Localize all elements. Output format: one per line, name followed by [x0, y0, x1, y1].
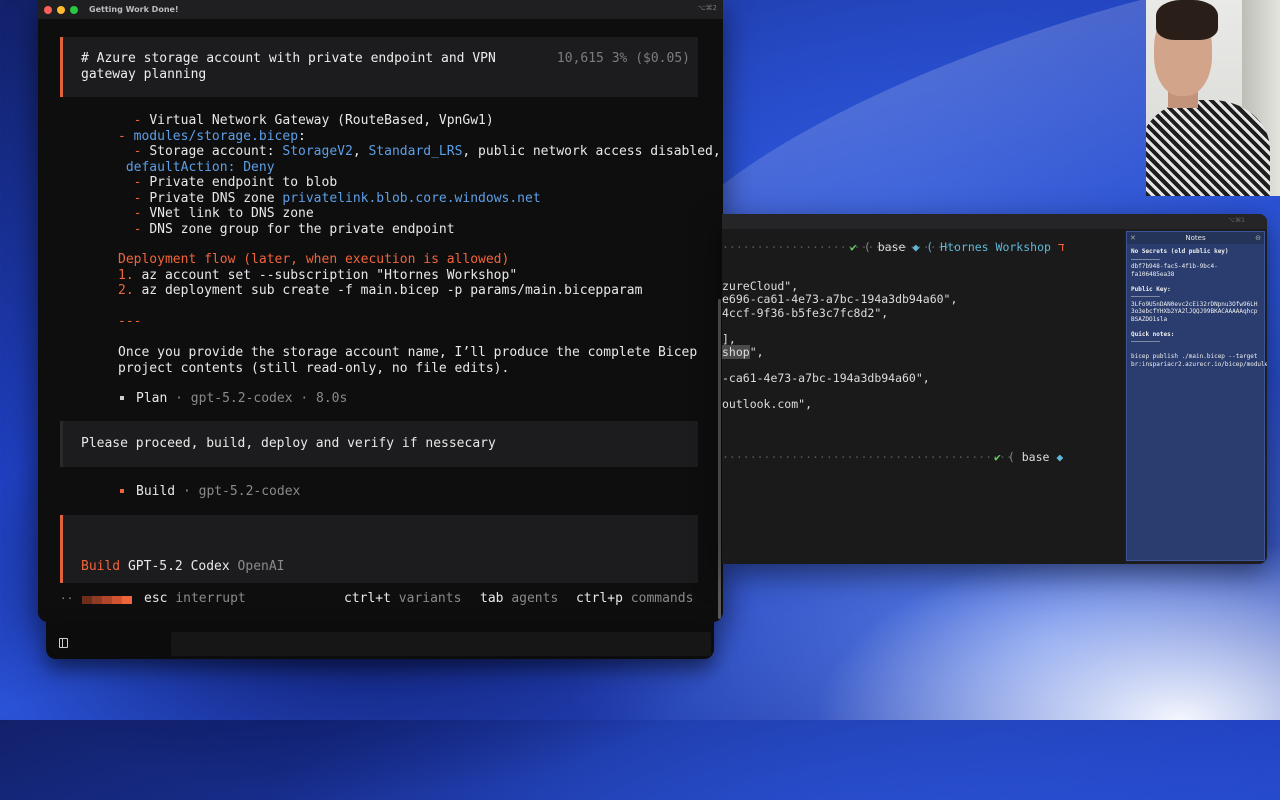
output-line: ], [722, 332, 736, 346]
closing-line-2: project contents (still read-only, no fi… [118, 360, 510, 376]
presenter-hair [1156, 0, 1218, 40]
minimize-button[interactable] [57, 5, 65, 14]
plan-status: Plan · gpt-5.2-codex · 8.0s [118, 391, 347, 407]
notes-key-id: dbf7b948-fac5-4f1b-9bc4-fa106485ea38 [1131, 263, 1218, 278]
separator: --- [118, 314, 142, 329]
session-heading: # Azure storage account with private end… [81, 51, 496, 82]
prompt-line-2: ✔ ( base ◆ [994, 450, 1064, 464]
thinking-progress: ·· [60, 592, 132, 605]
notes-title-bar: ✕ Notes ⊖ [1127, 232, 1264, 244]
check-icon: ✔ [994, 450, 1001, 464]
output-line: -ca61-4e73-a7bc-194a3db94a60", [722, 371, 930, 385]
transcript-line: - Private DNS zone privatelink.blob.core… [118, 190, 541, 206]
secondary-shortcut: ⌥⌘1 [1228, 217, 1245, 224]
interrupt-hint: esc interrupt [144, 591, 246, 606]
notes-rule: ———————— [1131, 255, 1160, 263]
output-line: zureCloud", [722, 279, 799, 293]
secondary-terminal-output[interactable]: ·································· ✔ ( b… [722, 229, 1124, 564]
prompt-input[interactable]: Build GPT-5.2 Codex OpenAI [60, 515, 698, 583]
prompt-fill: ········································… [722, 450, 1013, 464]
input-mode-bar: Build GPT-5.2 Codex OpenAI [81, 559, 285, 575]
tab-bar[interactable] [171, 632, 711, 656]
notes-heading: No Secrets (old public key) [1131, 248, 1229, 255]
transcript-line: - Virtual Network Gateway (RouteBased, V… [118, 113, 494, 128]
transcript[interactable]: # Azure storage account with private end… [38, 19, 723, 622]
scrollbar[interactable] [718, 299, 721, 619]
plan-square-icon [118, 393, 126, 402]
notes-public-key-label: Public Key: [1131, 285, 1171, 293]
input-provider: OpenAI [237, 559, 285, 574]
window-shortcut: ⌥⌘2 [697, 4, 717, 12]
sidebar-toggle-icon[interactable] [59, 638, 68, 648]
output-line: 4ccf-9f36-b5fe3c7fc8d2", [722, 306, 889, 320]
close-button[interactable] [44, 5, 52, 14]
output-line: outlook.com", [722, 397, 813, 411]
secondary-terminal-window[interactable]: ⌥⌘1 ·································· ✔… [722, 214, 1267, 564]
zoom-button[interactable] [70, 5, 78, 14]
presenter-sweater [1146, 100, 1270, 196]
transcript-line: - DNS zone group for the private endpoin… [118, 221, 455, 237]
deploy-step-1: 1. az account set --subscription "Htorne… [118, 267, 518, 283]
transcript-line: - VNet link to DNS zone [118, 206, 314, 221]
transcript-line: - modules/storage.bicep: [118, 128, 306, 144]
commands-hint: ctrl+p commands [576, 591, 694, 606]
token-count: 10,615 [556, 51, 604, 66]
session-header: # Azure storage account with private end… [60, 37, 698, 97]
notes-rule: ———————— [1131, 338, 1160, 345]
notes-quick-label: Quick notes: [1131, 330, 1175, 338]
terminal-bottom-bar [46, 622, 714, 659]
transcript-line: defaultAction: Deny [118, 159, 275, 175]
input-model: GPT-5.2 Codex [127, 559, 230, 574]
webcam-overlay [1146, 0, 1280, 196]
deploy-title: Deployment flow (later, when execution i… [118, 252, 510, 267]
build-status: Build · gpt-5.2-codex [118, 484, 300, 500]
deploy-step-2: 2. az deployment sub create -f main.bice… [118, 283, 643, 298]
check-icon: ✔ [850, 240, 857, 254]
user-message: Please proceed, build, deploy and verify… [60, 421, 698, 467]
transcript-line: - Private endpoint to blob [118, 175, 338, 190]
variants-hint: ctrl+t variants [344, 591, 462, 606]
close-icon[interactable]: ✕ [1130, 232, 1136, 244]
usage-cost: 3% ($0.05) [611, 51, 690, 66]
output-line: shop", [722, 345, 764, 359]
notes-rule: ———————— [1131, 293, 1160, 300]
closing-line-1: Once you provide the storage account nam… [118, 345, 698, 360]
title-bar[interactable]: Getting Work Done! ⌥⌘2 [38, 0, 723, 19]
notes-body[interactable]: No Secrets (old public key) ———————— dbf… [1127, 244, 1267, 372]
user-message-text: Please proceed, build, deploy and verify… [81, 436, 496, 451]
notes-public-key: 3LFo9U5nDAN0evc2cEi32rDNpnu3Ofw96LH3o3eb… [1131, 300, 1258, 323]
output-line: e696-ca61-4e73-a7bc-194a3db94a60", [722, 292, 958, 306]
secondary-title-bar[interactable]: ⌥⌘1 [722, 214, 1267, 229]
input-mode: Build [81, 559, 121, 574]
prompt-line: ✔ ( base ◆ ( Htornes Workshop ﬢ [850, 240, 1065, 254]
collapse-icon[interactable]: ⊖ [1255, 232, 1261, 244]
window-title: Getting Work Done! [89, 5, 179, 14]
agents-hint: tab agents [480, 591, 559, 606]
notes-quick-note: bicep publish ./main.bicep --target br:i… [1131, 353, 1267, 368]
transcript-line: - Storage account: StorageV2, Standard_L… [118, 144, 721, 159]
build-square-icon [118, 486, 126, 495]
main-terminal-window[interactable]: Getting Work Done! ⌥⌘2 # Azure storage a… [38, 0, 723, 622]
session-stats: 10,615 3% ($0.05) [557, 51, 690, 67]
notes-panel[interactable]: ✕ Notes ⊖ No Secrets (old public key) ————… [1126, 231, 1267, 561]
